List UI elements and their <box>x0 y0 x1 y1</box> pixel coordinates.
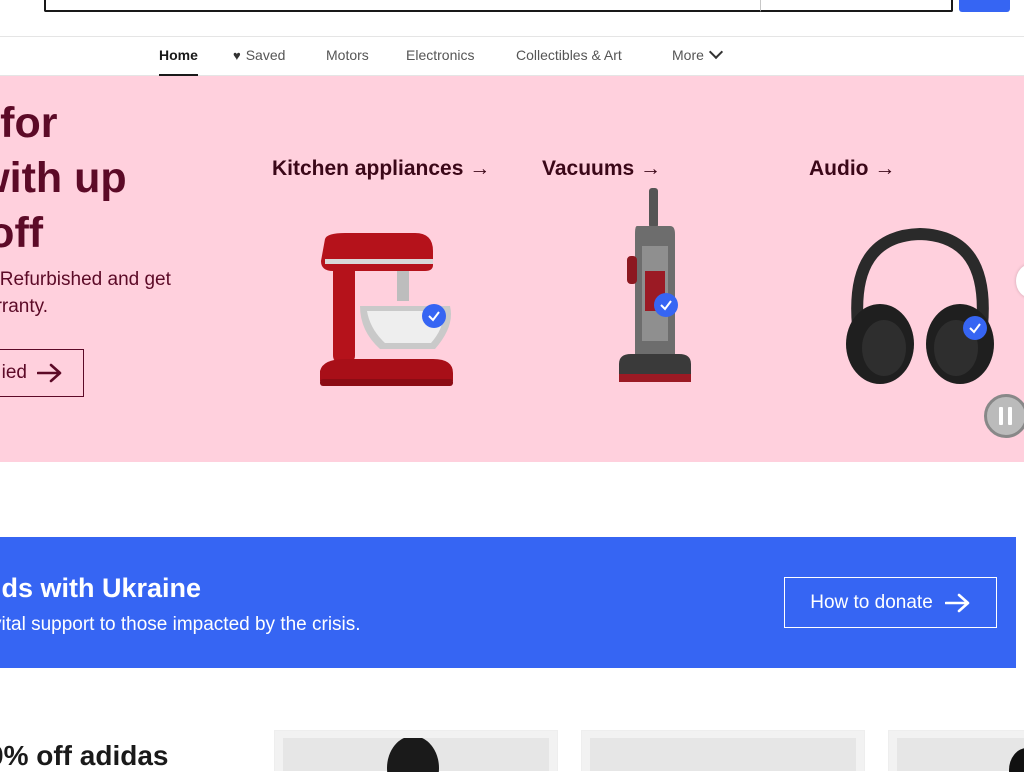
product-image <box>590 738 856 771</box>
carousel-pause-button[interactable] <box>984 394 1024 438</box>
hero-title-line: sh for <box>0 99 58 147</box>
verified-badge-icon <box>654 293 678 317</box>
product-image <box>897 738 1024 777</box>
promo-product-tile[interactable] <box>888 730 1024 777</box>
nav-more[interactable]: More <box>672 44 723 63</box>
banner-subtitle: vital support to those impacted by the c… <box>0 614 361 635</box>
donate-button-label: How to donate <box>810 591 933 613</box>
category-link-audio[interactable]: Audio → <box>809 157 895 181</box>
nav-saved-label: Saved <box>245 47 286 63</box>
model-photo <box>387 736 439 777</box>
hero-cta-label: ied <box>1 362 27 383</box>
nav-saved[interactable]: ♥ Saved <box>233 47 285 63</box>
search-bar <box>0 0 1024 37</box>
hero-title-line: % off <box>0 209 44 257</box>
model-photo <box>1009 748 1024 777</box>
heart-icon: ♥ <box>233 48 241 63</box>
category-label: Audio → <box>809 157 896 180</box>
category-link-kitchen[interactable]: Kitchen appliances → <box>272 157 490 181</box>
nav-motors-label: Motors <box>326 47 369 63</box>
headphones-image[interactable] <box>840 226 1000 391</box>
nav-collectibles-label: Collectibles & Art <box>516 47 622 63</box>
promo-title: 0% off adidas <box>0 740 169 771</box>
hero-title: sh for g with up % off <box>0 96 238 261</box>
nav-collectibles[interactable]: Collectibles & Art <box>516 47 622 63</box>
arrow-right-icon <box>37 363 62 383</box>
carousel-next-button[interactable] <box>1016 264 1024 298</box>
nav-home[interactable]: Home <box>159 47 198 76</box>
search-button[interactable] <box>959 0 1010 12</box>
nav-more-label: More <box>672 47 704 63</box>
nav-electronics[interactable]: Electronics <box>406 47 474 63</box>
nav-home-label: Home <box>159 47 198 63</box>
hero-subtitle: y Refurbished and get arranty. <box>0 266 225 320</box>
verified-badge-icon <box>422 304 446 328</box>
top-nav: Home ♥ Saved Motors Electronics Collectib… <box>0 37 1024 76</box>
verified-badge-icon <box>963 316 987 340</box>
category-link-vacuums[interactable]: Vacuums → <box>542 157 661 181</box>
search-input[interactable] <box>44 0 760 12</box>
nav-motors[interactable]: Motors <box>326 47 369 63</box>
nav-electronics-label: Electronics <box>406 47 475 63</box>
chevron-down-icon <box>708 44 723 60</box>
hero-title-line: g with up <box>0 154 127 202</box>
promo-product-tile[interactable] <box>274 730 558 777</box>
pause-icon <box>999 407 1012 425</box>
how-to-donate-button[interactable]: How to donate <box>784 577 997 628</box>
hero-subtitle-line: y Refurbished and get <box>0 269 171 290</box>
product-image <box>283 736 549 777</box>
upright-vacuum-image[interactable] <box>615 186 695 391</box>
hero-cta-button[interactable]: ied <box>0 349 84 397</box>
banner-title: ands with Ukraine <box>0 573 202 603</box>
ukraine-banner: ands with Ukraine vital support to those… <box>0 537 1016 668</box>
category-label: Kitchen appliances → <box>272 157 491 180</box>
hero-subtitle-line: arranty. <box>0 296 49 317</box>
arrow-right-icon <box>944 593 970 612</box>
category-select[interactable] <box>760 0 953 12</box>
hero-carousel: sh for g with up % off y Refurbished and… <box>0 76 1024 462</box>
promo-product-tile[interactable] <box>581 730 865 771</box>
category-label: Vacuums → <box>542 157 662 180</box>
